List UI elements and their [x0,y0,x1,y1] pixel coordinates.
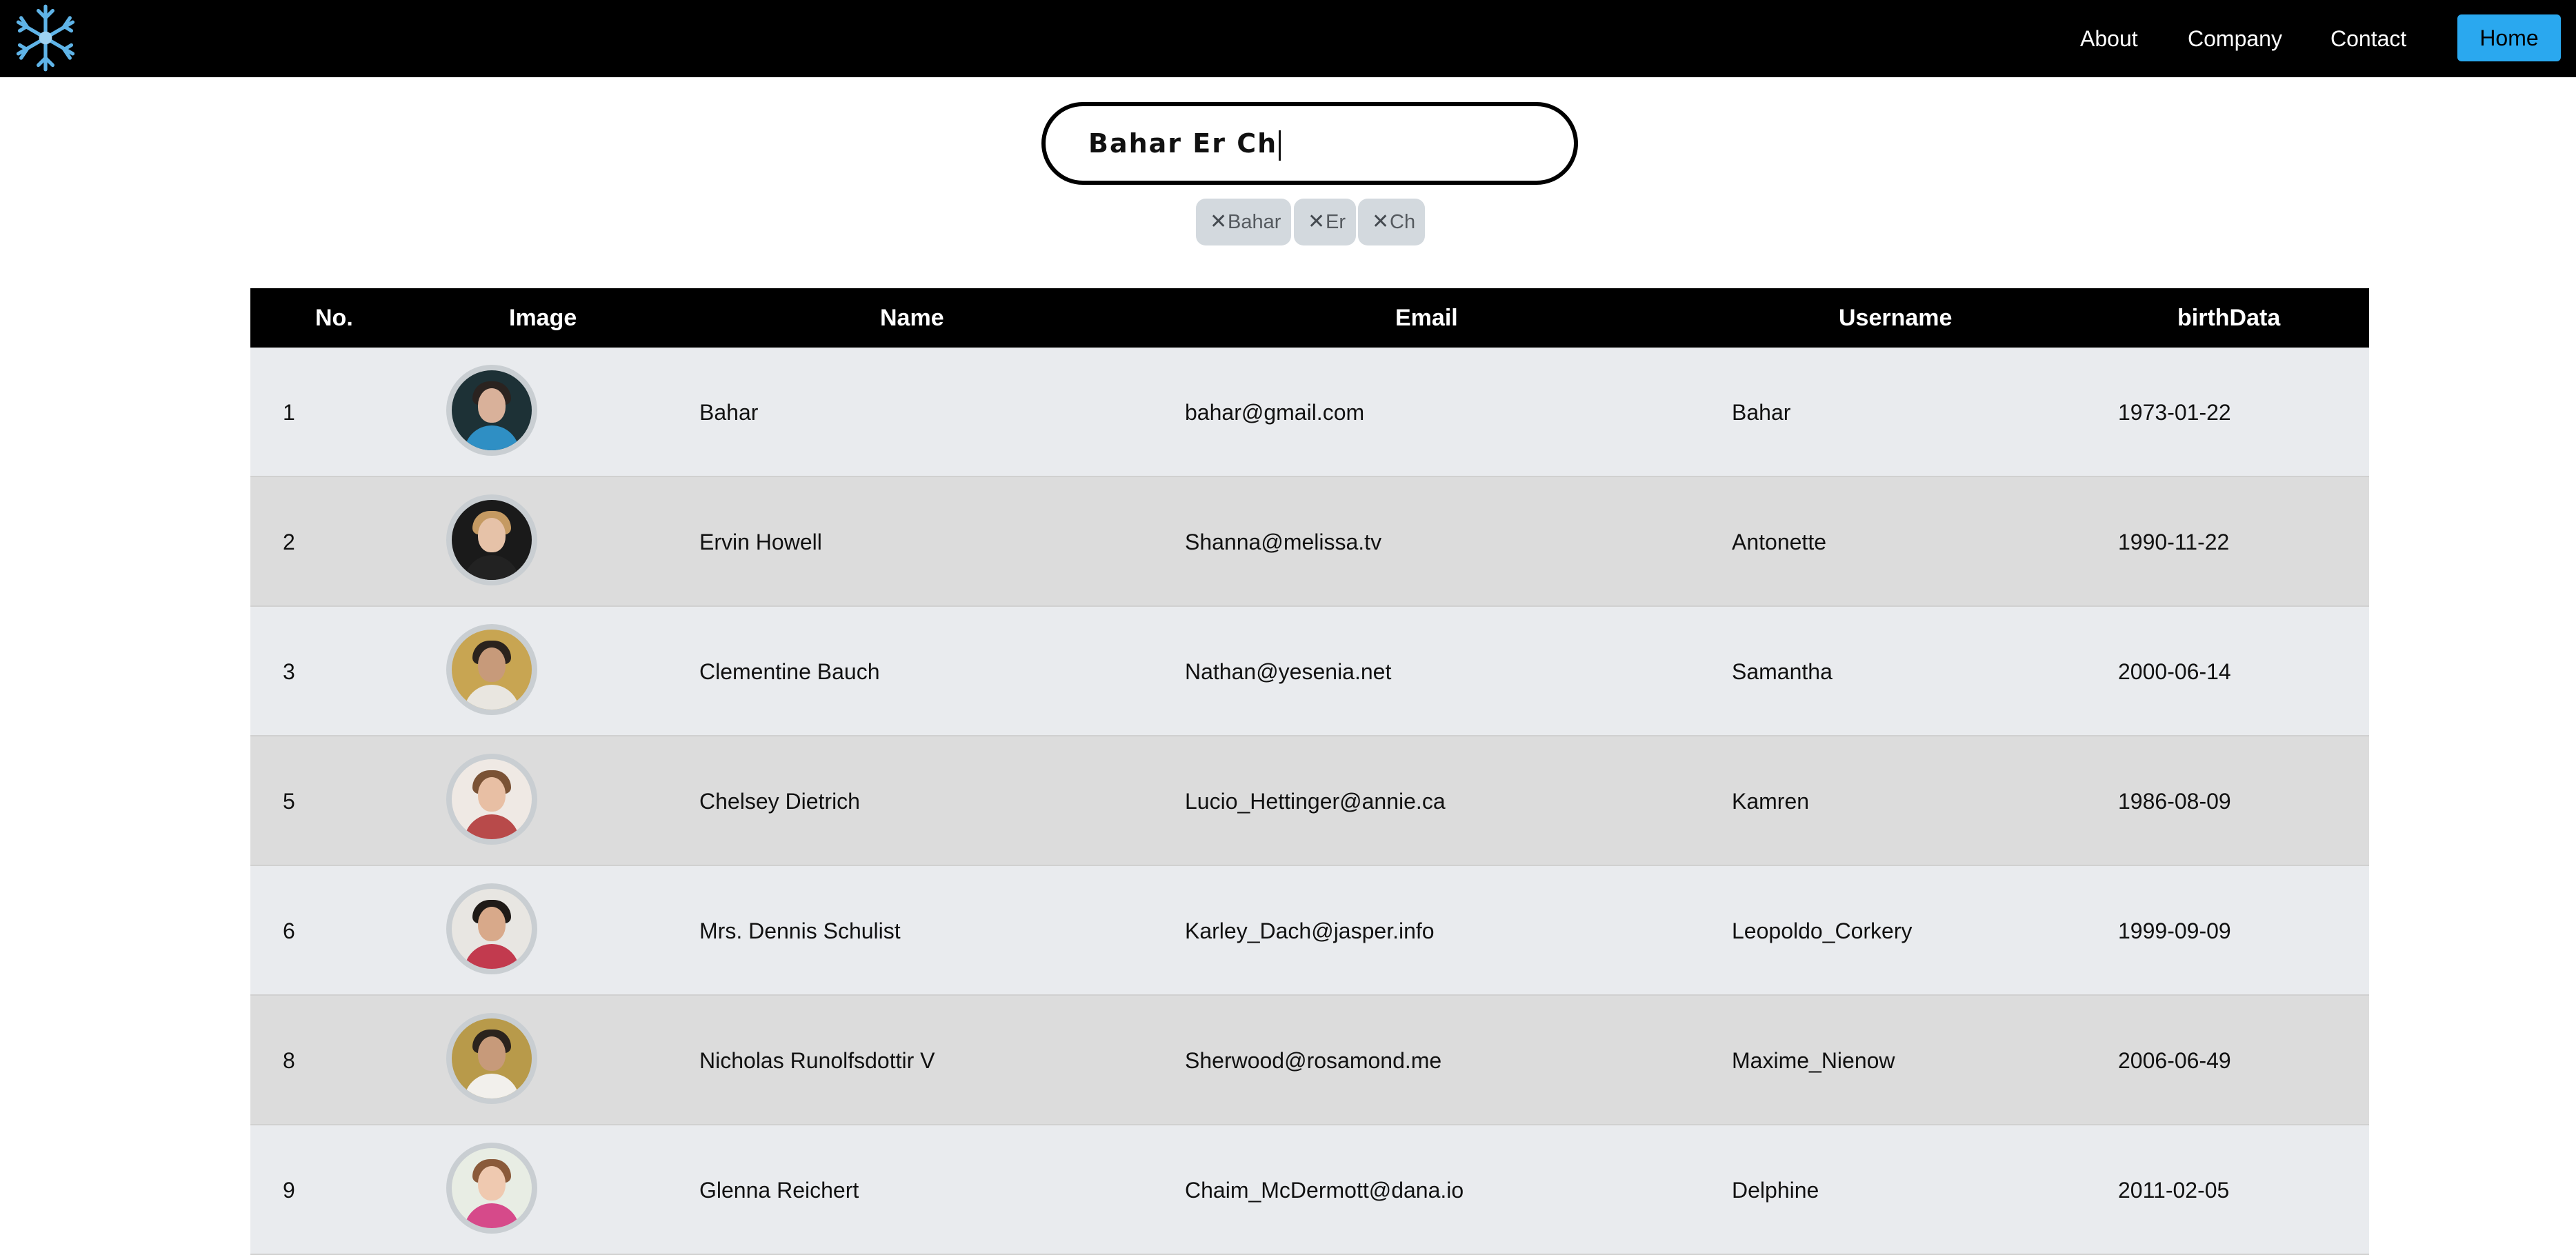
cell-no: 9 [283,1178,295,1203]
column-header-name[interactable]: Name [880,288,944,348]
table-row[interactable]: 3 Clementine Bauch Nathan@yesenia.net Sa… [250,607,2369,736]
close-icon[interactable]: ✕ [1210,199,1227,245]
cell-birthdata: 1973-01-22 [2118,400,2231,425]
cell-birthdata: 2000-06-14 [2118,659,2231,684]
cell-name: Chelsey Dietrich [699,789,860,814]
cell-email: Karley_Dach@jasper.info [1185,918,1435,943]
cell-no: 1 [283,400,295,425]
text-caret [1279,130,1281,161]
table-row[interactable]: 5 Chelsey Dietrich Lucio_Hettinger@annie… [250,736,2369,866]
cell-username: Antonette [1732,530,1826,554]
cell-no: 8 [283,1048,295,1073]
home-button[interactable]: Home [2457,14,2561,61]
cell-username: Bahar [1732,400,1791,425]
search-input-text[interactable]: Bahar Er Ch [1088,106,1281,181]
table-row[interactable]: 2 Ervin Howell Shanna@melissa.tv Antonet… [250,477,2369,607]
top-navbar: About Company Contact Home [0,0,2576,77]
cell-email: Lucio_Hettinger@annie.ca [1185,789,1446,814]
table-row[interactable]: 9 Glenna Reichert Chaim_McDermott@dana.i… [250,1125,2369,1255]
column-header-username[interactable]: Username [1839,288,1952,348]
cell-email: Chaim_McDermott@dana.io [1185,1178,1464,1203]
column-header-birthdata[interactable]: birthData [2177,288,2280,348]
cell-birthdata: 1999-09-09 [2118,918,2231,943]
cell-no: 3 [283,659,295,684]
avatar [446,624,537,715]
nav-link-about[interactable]: About [2080,0,2138,77]
avatar [446,365,537,456]
cell-username: Leopoldo_Corkery [1732,918,1913,943]
column-header-image[interactable]: Image [509,288,577,348]
cell-email: bahar@gmail.com [1185,400,1365,425]
cell-username: Kamren [1732,789,1810,814]
table-row[interactable]: 8 Nicholas Runolfsdottir V Sherwood@rosa… [250,996,2369,1125]
cell-no: 2 [283,530,295,554]
column-header-email[interactable]: Email [1395,288,1458,348]
filter-tag-label: Bahar [1228,211,1281,233]
cell-email: Shanna@melissa.tv [1185,530,1382,554]
cell-name: Nicholas Runolfsdottir V [699,1048,935,1073]
filter-tag-bahar[interactable]: ✕ Bahar [1196,199,1291,245]
table-row[interactable]: 6 Mrs. Dennis Schulist Karley_Dach@jaspe… [250,866,2369,996]
cell-email: Sherwood@rosamond.me [1185,1048,1442,1073]
cell-birthdata: 1986-08-09 [2118,789,2231,814]
avatar [446,1013,537,1104]
search-input[interactable]: Bahar Er Ch [1041,102,1578,185]
cell-name: Mrs. Dennis Schulist [699,918,901,943]
filter-tag-label: Ch [1390,211,1416,233]
table-body: 1 Bahar bahar@gmail.com Bahar 1973-01-22… [250,348,2369,1255]
cell-email: Nathan@yesenia.net [1185,659,1392,684]
avatar [446,494,537,585]
cell-username: Samantha [1732,659,1833,684]
cell-birthdata: 1990-11-22 [2118,530,2230,554]
cell-no: 6 [283,918,295,943]
filter-tag-er[interactable]: ✕ Er [1294,199,1356,245]
cell-no: 5 [283,789,295,814]
column-header-no[interactable]: No. [315,288,353,348]
filter-tag-label: Er [1326,211,1346,233]
close-icon[interactable]: ✕ [1308,199,1325,245]
cell-birthdata: 2006-06-49 [2118,1048,2231,1073]
cell-username: Delphine [1732,1178,1819,1203]
cell-name: Glenna Reichert [699,1178,859,1203]
avatar [446,883,537,974]
table-header: No. Image Name Email Username birthData [250,288,2369,348]
filter-tag-ch[interactable]: ✕ Ch [1358,199,1425,245]
avatar [446,1143,537,1234]
search-value: Bahar Er Ch [1088,128,1278,159]
close-icon[interactable]: ✕ [1372,199,1389,245]
nav-link-contact[interactable]: Contact [2330,0,2406,77]
table-row[interactable]: 1 Bahar bahar@gmail.com Bahar 1973-01-22 [250,348,2369,477]
snowflake-icon[interactable] [8,2,83,74]
cell-name: Clementine Bauch [699,659,880,684]
cell-name: Ervin Howell [699,530,822,554]
nav-link-company[interactable]: Company [2188,0,2282,77]
users-table: No. Image Name Email Username birthData … [250,288,2369,1255]
cell-username: Maxime_Nienow [1732,1048,1895,1073]
cell-birthdata: 2011-02-05 [2118,1178,2230,1203]
avatar [446,754,537,845]
cell-name: Bahar [699,400,759,425]
